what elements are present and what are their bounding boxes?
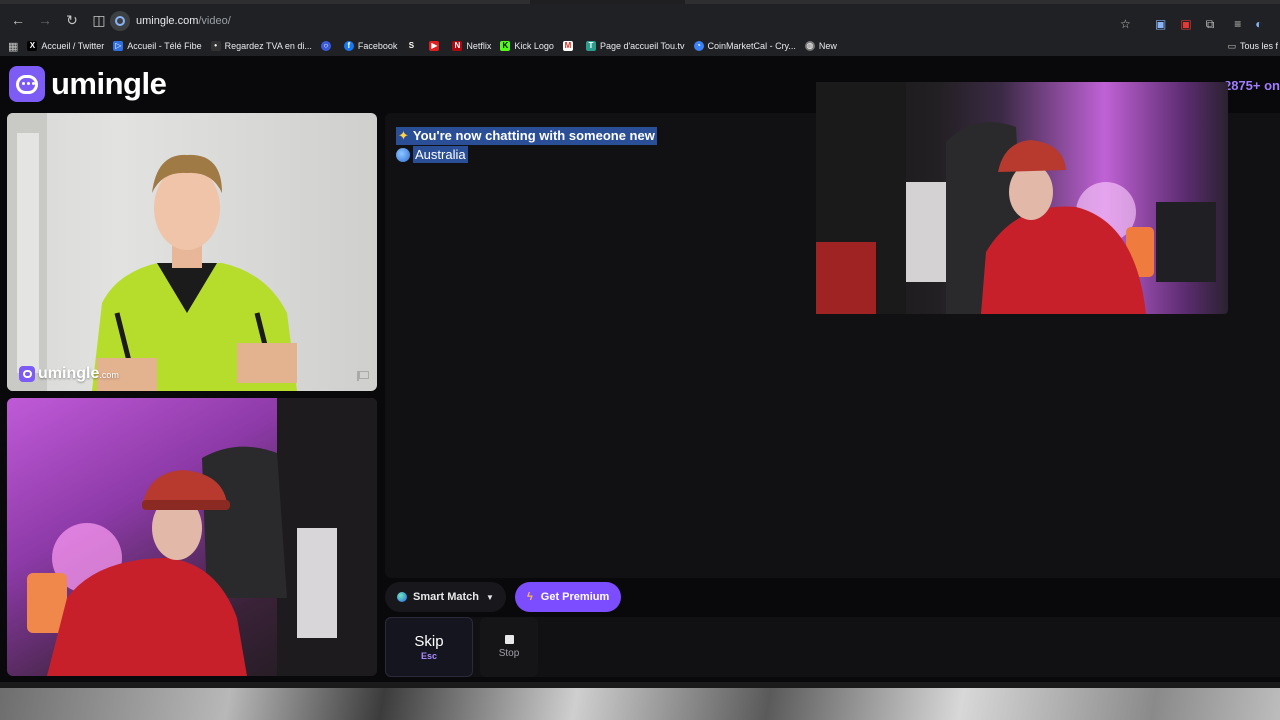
kick-icon: K bbox=[500, 41, 511, 51]
coinmarketcal-icon: ◔ bbox=[693, 41, 704, 51]
forward-icon[interactable]: → bbox=[33, 8, 57, 32]
chat-system-message: ✦ You're now chatting with someone new Au… bbox=[396, 127, 657, 163]
bookmark-item[interactable]: ▶ bbox=[429, 41, 443, 51]
brand-name: umingle bbox=[51, 66, 167, 101]
watermark-brand: umingle bbox=[38, 365, 100, 382]
match-controls: Smart Match ▼ ϟ Get Premium bbox=[385, 582, 622, 612]
bookmark-item[interactable]: ○ bbox=[320, 41, 335, 51]
circle-logo-icon: ○ bbox=[320, 41, 331, 51]
self-video-frame bbox=[27, 398, 377, 676]
folder-icon: ▭ bbox=[1227, 40, 1236, 51]
bookmark-item[interactable]: T Page d'accueil Tou.tv bbox=[585, 41, 685, 51]
action-bar: Skip Esc Stop bbox=[385, 617, 1280, 677]
bookmark-item[interactable]: K Kick Logo bbox=[500, 41, 554, 51]
new-chat-notice: ✦ You're now chatting with someone new bbox=[396, 127, 657, 145]
extension-icon[interactable]: ▣ bbox=[1155, 17, 1166, 31]
page: umingle 2875+ on umingle.com ✦ You're no… bbox=[0, 56, 1280, 682]
lightning-icon: ϟ bbox=[526, 591, 533, 603]
stranger-country: Australia bbox=[413, 146, 468, 163]
bookmark-item[interactable]: • Regardez TVA en di... bbox=[210, 41, 312, 51]
chevron-down-icon: ▼ bbox=[486, 592, 494, 602]
reload-icon[interactable]: ↻ bbox=[60, 8, 84, 32]
browser-toolbar: ← → ↻ ◫ umingle.com/video/ ☆ ▣ ▣ ⧉ ≡ ◐ bbox=[0, 4, 1280, 36]
url-text[interactable]: umingle.com/video/ bbox=[136, 15, 231, 27]
bell-logo-icon: ▷ bbox=[113, 41, 124, 51]
skip-button[interactable]: Skip Esc bbox=[385, 617, 473, 677]
stop-button[interactable]: Stop bbox=[480, 617, 538, 677]
umingle-watermark: umingle.com bbox=[19, 365, 119, 383]
back-icon[interactable]: ← bbox=[6, 8, 30, 32]
bookmark-item[interactable]: f Facebook bbox=[343, 41, 397, 51]
puzzle-icon[interactable]: ⧉ bbox=[1206, 17, 1215, 32]
skip-label: Skip bbox=[414, 633, 444, 650]
stranger-video-frame bbox=[7, 113, 297, 391]
netflix-icon: N bbox=[452, 41, 463, 51]
self-video bbox=[7, 398, 377, 676]
bookmark-item[interactable]: S bbox=[406, 41, 420, 51]
facebook-icon: f bbox=[343, 41, 354, 51]
stranger-video: umingle.com bbox=[7, 113, 377, 391]
x-logo-icon: X bbox=[27, 41, 38, 51]
premium-label: Get Premium bbox=[540, 591, 610, 603]
stop-icon bbox=[504, 635, 514, 644]
get-premium-button[interactable]: ϟ Get Premium bbox=[514, 582, 622, 612]
chat-bubble-logo-icon bbox=[19, 366, 35, 382]
menu-icon[interactable]: ≡ bbox=[1234, 17, 1241, 31]
bookmark-item[interactable]: ◔ CoinMarketCal - Cry... bbox=[693, 41, 796, 51]
globe-icon bbox=[396, 147, 410, 162]
toutv-icon: T bbox=[585, 41, 596, 51]
site-logo[interactable]: umingle bbox=[9, 66, 167, 102]
extension-red-icon[interactable]: ▣ bbox=[1180, 17, 1191, 31]
online-count: 2875+ on bbox=[1223, 78, 1280, 93]
bookmark-item[interactable]: ▷ Accueil - Télé Fibe bbox=[113, 41, 202, 51]
site-info-icon[interactable] bbox=[110, 11, 130, 31]
youtube-icon: ▶ bbox=[429, 41, 440, 51]
profile-avatar-icon[interactable]: ◐ bbox=[1255, 17, 1262, 31]
chat-bubble-logo-icon bbox=[9, 66, 45, 102]
sparkles-icon: ✦ bbox=[398, 128, 409, 143]
skip-shortcut: Esc bbox=[420, 651, 437, 661]
tva-logo-icon: • bbox=[210, 41, 221, 51]
address-bar[interactable]: umingle.com/video/ bbox=[108, 10, 1148, 32]
all-bookmarks[interactable]: ▭ Tous les f bbox=[1227, 36, 1278, 56]
screen: ← → ↻ ◫ umingle.com/video/ ☆ ▣ ▣ ⧉ ≡ ◐ ▦… bbox=[0, 0, 1280, 720]
gmail-icon: M bbox=[562, 41, 573, 51]
bookmarks-bar: ▦ X Accueil / Twitter ▷ Accueil - Télé Fib… bbox=[0, 36, 1280, 56]
apps-grid-icon[interactable]: ▦ bbox=[8, 40, 18, 53]
s-logo-icon: S bbox=[406, 41, 417, 51]
stop-label: Stop bbox=[498, 648, 520, 659]
bookmark-item[interactable]: N Netflix bbox=[452, 41, 491, 51]
smart-match-label: Smart Match bbox=[413, 591, 480, 603]
globe-icon bbox=[397, 592, 407, 602]
watermark-tld: .com bbox=[99, 370, 119, 380]
bookmark-item[interactable]: X Accueil / Twitter bbox=[27, 41, 104, 51]
report-flag-icon[interactable] bbox=[357, 371, 369, 381]
bookmark-item[interactable]: M bbox=[562, 41, 577, 51]
monitor-bezel-background bbox=[0, 682, 1280, 720]
bookmark-star-icon[interactable]: ☆ bbox=[1120, 17, 1131, 31]
webcam-overlay bbox=[816, 82, 1228, 314]
bookmark-item[interactable]: ◍ New bbox=[804, 41, 837, 51]
globe-icon: ◍ bbox=[804, 41, 815, 51]
smart-match-dropdown[interactable]: Smart Match ▼ bbox=[385, 582, 506, 612]
webcam-overlay-frame bbox=[816, 82, 1216, 314]
